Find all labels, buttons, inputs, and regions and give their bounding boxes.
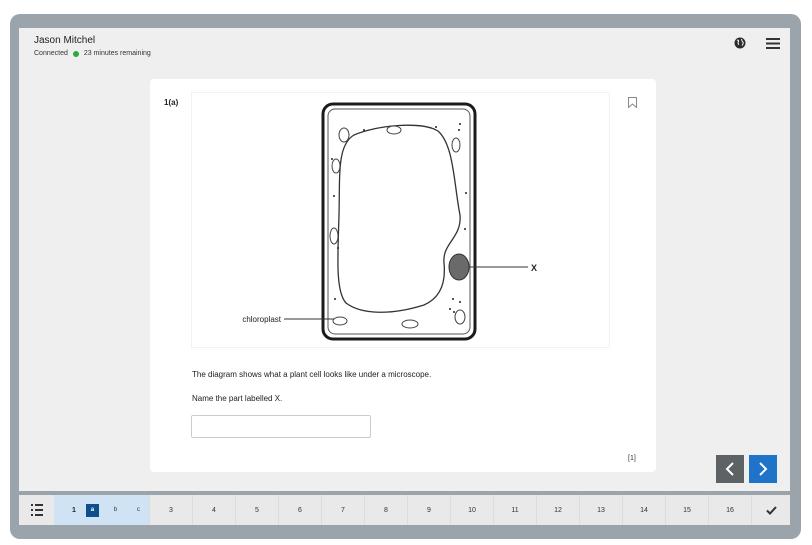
question-group-current: 1 a b c xyxy=(54,495,149,525)
nav-question-9[interactable]: 9 xyxy=(407,495,450,525)
previous-button[interactable] xyxy=(716,455,744,483)
nav-question-13[interactable]: 13 xyxy=(579,495,622,525)
question-text: The diagram shows what a plant cell look… xyxy=(192,370,432,379)
finish-button[interactable] xyxy=(751,495,790,525)
connected-status-icon xyxy=(72,50,79,57)
question-prompt: Name the part labelled X. xyxy=(192,394,283,403)
nav-question-15[interactable]: 15 xyxy=(665,495,708,525)
nav-question-6[interactable]: 6 xyxy=(278,495,321,525)
chevron-left-icon xyxy=(725,462,734,476)
nav-question-10[interactable]: 10 xyxy=(450,495,493,525)
question-number: 1(a) xyxy=(164,98,179,107)
chevron-right-icon xyxy=(759,462,768,476)
connection-status: Connected 23 minutes remaining xyxy=(34,50,151,57)
nucleus xyxy=(448,253,470,281)
nav-subpart-b[interactable]: b xyxy=(109,504,122,517)
bookmark-icon[interactable] xyxy=(628,97,637,108)
vacuole xyxy=(337,124,461,313)
next-button[interactable] xyxy=(749,455,777,483)
checkmark-icon xyxy=(765,505,777,515)
nav-question-14[interactable]: 14 xyxy=(622,495,665,525)
plant-cell-diagram: X chloroplast xyxy=(242,102,537,341)
nav-question-7[interactable]: 7 xyxy=(321,495,364,525)
nav-subpart-a[interactable]: a xyxy=(85,503,99,517)
list-icon xyxy=(30,504,43,516)
diagram-container: X chloroplast xyxy=(191,92,610,348)
label-chloroplast: chloroplast xyxy=(242,315,281,324)
nav-question-11[interactable]: 11 xyxy=(493,495,536,525)
marks-label: [1] xyxy=(628,455,636,462)
question-navigator: 1 a b c 3 4 5 6 7 8 9 10 11 12 13 14 15 … xyxy=(19,495,790,525)
nav-question-5[interactable]: 5 xyxy=(235,495,278,525)
nav-question-8[interactable]: 8 xyxy=(364,495,407,525)
nav-question-1[interactable]: 1 xyxy=(72,507,76,514)
nav-question-4[interactable]: 4 xyxy=(192,495,235,525)
answer-input[interactable] xyxy=(191,415,371,438)
hamburger-menu-icon[interactable] xyxy=(766,38,780,49)
label-x: X xyxy=(531,263,537,273)
question-list-button[interactable] xyxy=(19,495,54,525)
nav-question-12[interactable]: 12 xyxy=(536,495,579,525)
time-remaining: 23 minutes remaining xyxy=(83,50,151,57)
connection-label: Connected xyxy=(34,50,68,57)
nav-subpart-c[interactable]: c xyxy=(132,504,145,517)
nav-question-16[interactable]: 16 xyxy=(708,495,751,525)
user-name: Jason Mitchel xyxy=(34,35,96,46)
nav-question-3[interactable]: 3 xyxy=(149,495,192,525)
globe-icon[interactable] xyxy=(734,37,746,49)
